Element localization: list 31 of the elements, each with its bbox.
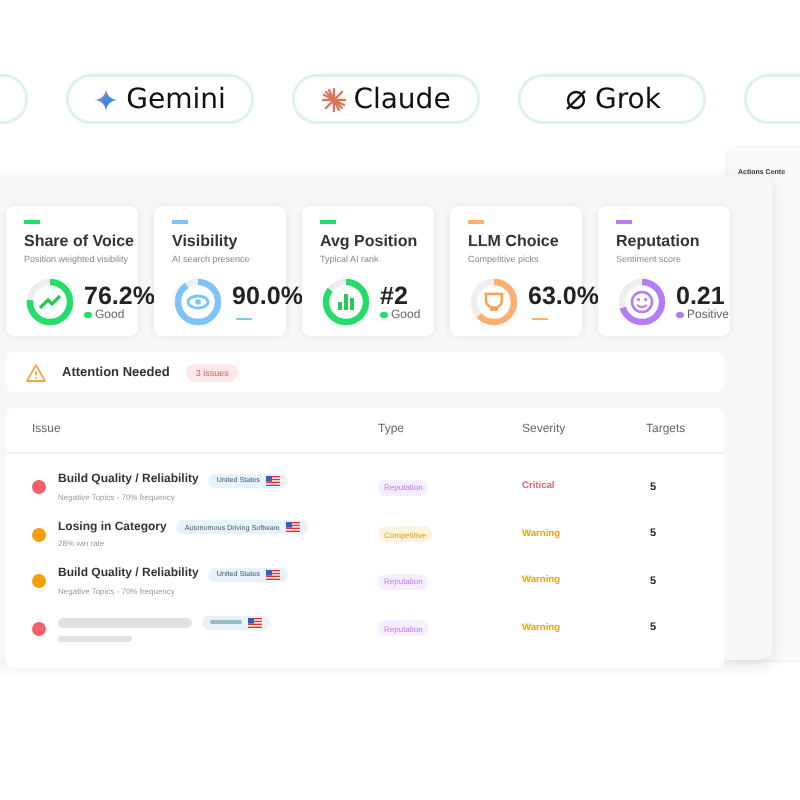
card-title: Reputation xyxy=(616,229,702,251)
metric-value: #2 xyxy=(380,281,410,309)
ring-gauge xyxy=(24,275,76,327)
metric-value: 63.0% xyxy=(528,282,599,310)
model-pill[interactable]: Grok xyxy=(518,74,706,124)
status-dot xyxy=(676,311,683,319)
ring-gauge xyxy=(468,275,520,327)
model-pill[interactable]: Claude xyxy=(292,74,480,124)
card-title: Avg Position xyxy=(320,229,420,251)
model-pill[interactable]: Gemini xyxy=(66,74,254,124)
flag-icon xyxy=(285,522,300,533)
empty-status-dash xyxy=(236,318,252,320)
sparkle-icon xyxy=(94,87,119,111)
starburst-icon xyxy=(321,87,346,111)
card-title: Visibility xyxy=(172,229,240,251)
metric-value: 76.2% xyxy=(84,281,155,309)
status-dot xyxy=(380,311,387,319)
flag-icon xyxy=(265,569,280,580)
empty-status-dash xyxy=(532,318,548,320)
metric-value: 90.0% xyxy=(232,282,303,310)
placeholder-bar xyxy=(58,617,192,627)
slashed-circle-icon xyxy=(563,87,587,111)
flag-icon xyxy=(248,617,262,627)
metric-value: 0.21 xyxy=(676,281,727,309)
card-title: LLM Choice xyxy=(468,229,561,251)
ring-gauge xyxy=(616,275,668,327)
warning-icon xyxy=(26,363,46,381)
status-dot xyxy=(84,311,91,319)
flag-icon xyxy=(265,475,280,486)
ring-gauge xyxy=(320,275,372,327)
ring-gauge xyxy=(172,275,224,327)
